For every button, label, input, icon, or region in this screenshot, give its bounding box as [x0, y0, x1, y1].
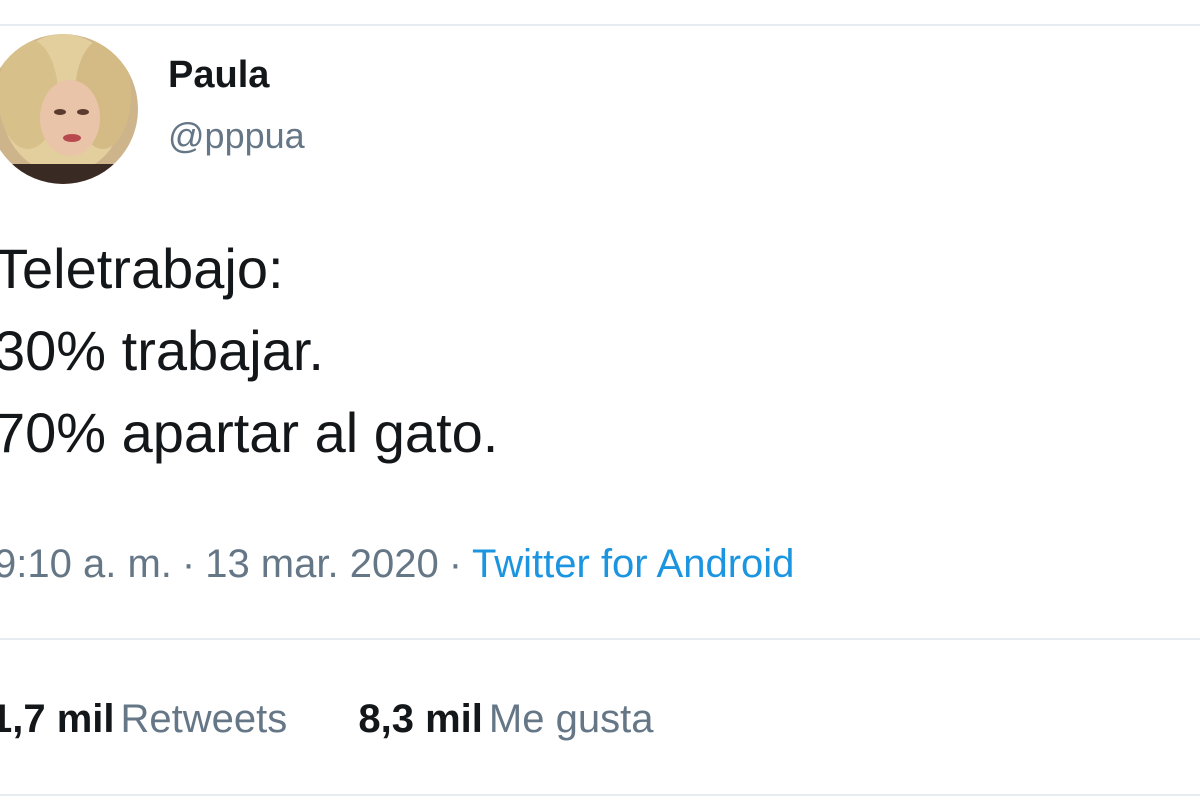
likes-count: 8,3 mil	[358, 697, 483, 741]
author-handle[interactable]: @pppua	[168, 114, 305, 158]
stats-divider	[0, 638, 1200, 640]
meta-separator: ·	[448, 542, 463, 586]
tweet-line: Teletrabajo:	[0, 237, 284, 300]
avatar[interactable]	[0, 34, 138, 184]
author-name[interactable]: Paula	[168, 52, 269, 98]
meta-separator: ·	[181, 542, 196, 586]
retweets-count: 1,7 mil	[0, 697, 115, 741]
tweet-source-link[interactable]: Twitter for Android	[472, 542, 794, 586]
top-divider	[0, 24, 1200, 26]
likes-label: Me gusta	[488, 697, 654, 741]
tweet-meta: 9:10 a. m. · 13 mar. 2020 · Twitter for Andr…	[0, 538, 794, 590]
tweet-line: 30% trabajar.	[0, 319, 324, 382]
bottom-divider	[0, 794, 1200, 796]
retweets-stat[interactable]: 1,7 mil Retweets	[0, 694, 287, 744]
tweet-card: Paula @pppua Teletrabajo: 30% trabajar. …	[0, 0, 1200, 800]
likes-stat[interactable]: 8,3 mil Me gusta	[358, 694, 653, 744]
tweet-line: 70% apartar al gato.	[0, 401, 499, 464]
avatar-image	[0, 34, 138, 184]
tweet-text: Teletrabajo: 30% trabajar. 70% apartar a…	[0, 228, 498, 474]
tweet-date[interactable]: 13 mar. 2020	[205, 542, 439, 586]
retweets-label: Retweets	[120, 697, 288, 741]
tweet-stats: 1,7 mil Retweets 8,3 mil Me gusta	[0, 694, 713, 744]
tweet-time[interactable]: 9:10 a. m.	[0, 542, 172, 586]
